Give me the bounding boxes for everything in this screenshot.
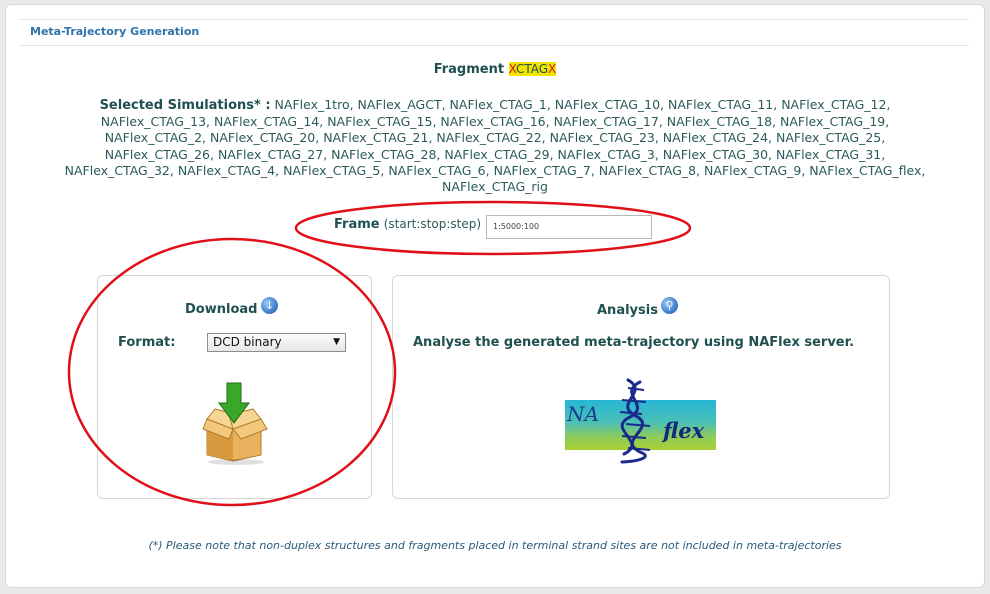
fragment-heading: Fragment XCTAGX	[0, 62, 990, 77]
frame-row: Frame (start:stop:step)	[334, 217, 481, 243]
analysis-title: Analysis	[597, 303, 658, 318]
analysis-description: Analyse the generated meta-trajectory us…	[413, 335, 855, 350]
selected-simulations: Selected Simulations* : NAFlex_1tro, NAF…	[60, 97, 930, 195]
fragment-sequence: XCTAGX	[508, 62, 557, 76]
fragment-seq-start: X	[508, 62, 516, 76]
fragment-seq-mid: CTAG	[515, 62, 549, 76]
download-circle-icon[interactable]: ↓	[261, 297, 278, 314]
fragment-label: Fragment	[433, 62, 505, 77]
chevron-down-icon: ▼	[333, 337, 340, 347]
header-divider-top	[19, 19, 969, 20]
naflex-logo-na: NA	[567, 402, 599, 426]
frame-label: Frame	[334, 217, 380, 232]
section-title: Meta-Trajectory Generation	[30, 25, 200, 38]
naflex-logo[interactable]: NA flex	[565, 400, 716, 450]
frame-input[interactable]: 1:5000:100	[486, 215, 652, 239]
download-title: Download	[185, 302, 258, 317]
magnifier-circle-icon[interactable]: ⚲	[661, 297, 678, 314]
footnote: (*) Please note that non-duplex structur…	[148, 539, 842, 552]
fragment-seq-end: X	[548, 62, 557, 76]
frame-hint: (start:stop:step)	[383, 217, 482, 231]
format-select[interactable]: DCD binary ▼	[207, 333, 346, 352]
format-select-value: DCD binary	[213, 335, 282, 349]
naflex-logo-flex: flex	[663, 418, 705, 443]
selected-simulations-label: Selected Simulations* :	[99, 98, 271, 113]
format-label: Format:	[118, 335, 176, 350]
header-divider-bottom	[19, 45, 969, 46]
